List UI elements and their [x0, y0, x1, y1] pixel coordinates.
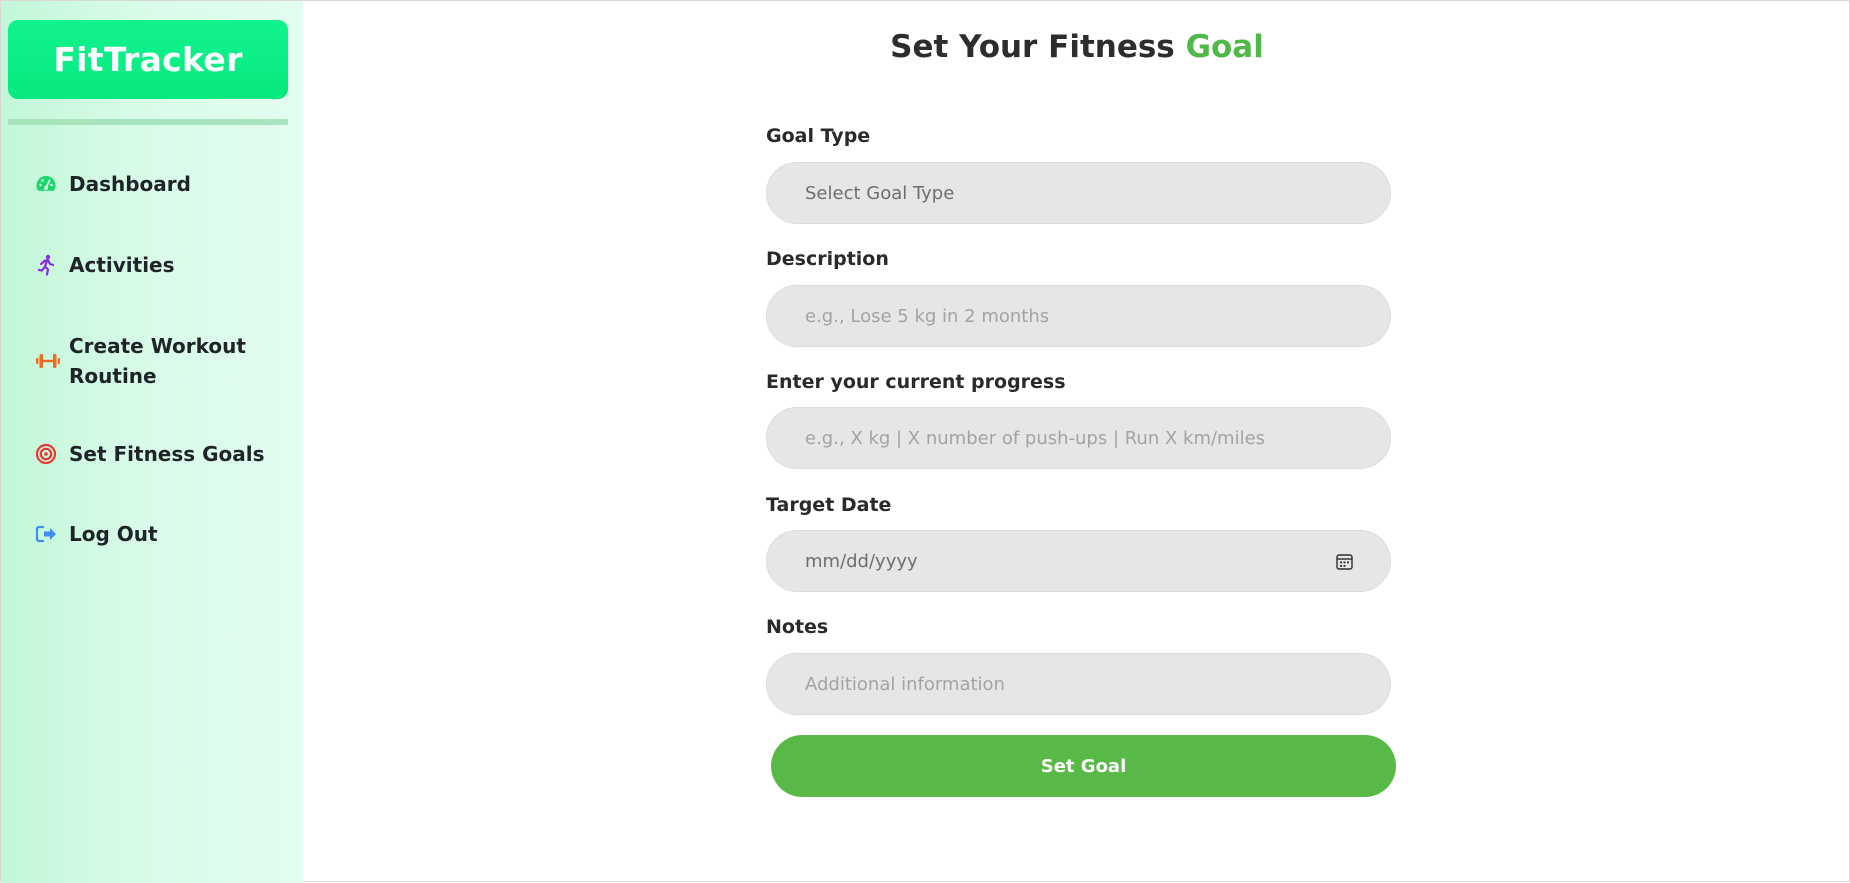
notes-placeholder: Additional information [805, 673, 1005, 695]
dumbbell-icon [35, 349, 69, 373]
description-label: Description [766, 248, 889, 270]
description-input[interactable]: e.g., Lose 5 kg in 2 months [766, 285, 1391, 347]
page-title-prefix: Set Your Fitness [890, 29, 1186, 65]
sidebar-item-log-out[interactable]: Log Out [35, 519, 285, 549]
gauge-icon [35, 172, 69, 196]
sidebar-item-create-workout-routine[interactable]: Create Workout Routine [35, 331, 285, 391]
goal-type-select[interactable]: Select Goal Type [766, 162, 1391, 224]
logout-icon [35, 522, 69, 546]
progress-placeholder: e.g., X kg | X number of push-ups | Run … [805, 427, 1266, 449]
notes-label: Notes [766, 616, 829, 638]
sidebar-item-label: Create Workout Routine [69, 334, 246, 388]
target-date-label: Target Date [766, 494, 892, 516]
sidebar-item-label: Dashboard [69, 172, 191, 196]
sidebar-item-set-fitness-goals[interactable]: Set Fitness Goals [35, 439, 285, 469]
notes-input[interactable]: Additional information [766, 653, 1391, 715]
progress-label: Enter your current progress [766, 371, 1066, 393]
sidebar-item-activities[interactable]: Activities [35, 250, 285, 280]
page-title-accent: Goal [1185, 29, 1264, 65]
progress-input[interactable]: e.g., X kg | X number of push-ups | Run … [766, 407, 1391, 469]
set-goal-button[interactable]: Set Goal [771, 735, 1396, 797]
sidebar-item-label: Set Fitness Goals [69, 442, 265, 466]
brand-logo[interactable]: FitTracker [8, 20, 288, 99]
goal-type-label: Goal Type [766, 125, 871, 147]
goal-type-value: Select Goal Type [805, 182, 955, 204]
description-placeholder: e.g., Lose 5 kg in 2 months [805, 305, 1050, 327]
running-person-icon [35, 253, 69, 277]
sidebar: FitTracker Dashboard Activities Create W… [1, 1, 303, 883]
calendar-icon[interactable] [1334, 551, 1354, 571]
sidebar-item-label: Log Out [69, 522, 158, 546]
sidebar-item-label: Activities [69, 253, 175, 277]
target-date-placeholder: mm/dd/yyyy [805, 550, 918, 572]
sidebar-item-dashboard[interactable]: Dashboard [35, 169, 285, 199]
app-window: FitTracker Dashboard Activities Create W… [0, 0, 1850, 883]
target-date-input[interactable]: mm/dd/yyyy [766, 530, 1391, 592]
page-title: Set Your Fitness Goal [303, 29, 1850, 65]
target-icon [35, 442, 69, 466]
sidebar-divider [8, 119, 288, 125]
